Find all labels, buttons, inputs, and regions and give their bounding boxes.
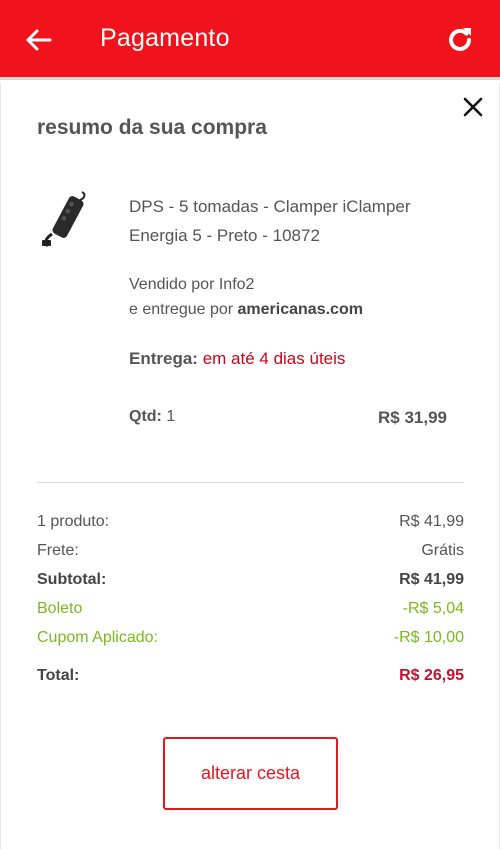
totals-row-shipping: Frete: Grátis [37, 540, 464, 569]
totals-row-coupon: Cupom Aplicado: -R$ 10,00 [37, 627, 464, 656]
totals-label: Boleto [37, 600, 83, 617]
totals-row-products: 1 produto: R$ 41,99 [37, 511, 464, 540]
quantity-label: Qtd: [129, 408, 162, 425]
refresh-icon[interactable] [444, 24, 476, 56]
delivered-by: e entregue por americanas.com [129, 297, 363, 322]
totals-value: -R$ 10,00 [393, 629, 464, 646]
totals-value: -R$ 5,04 [402, 600, 464, 617]
totals-row-boleto: Boleto -R$ 5,04 [37, 598, 464, 627]
totals-label: Subtotal: [37, 571, 107, 588]
delivery-label: Entrega: [129, 349, 198, 368]
quantity: Qtd: 1 [129, 408, 175, 426]
page-title: Pagamento [100, 24, 230, 52]
close-icon[interactable] [462, 96, 484, 118]
total-value: R$ 26,95 [399, 667, 464, 684]
product-image [38, 188, 90, 250]
totals-row-subtotal: Subtotal: R$ 41,99 [37, 569, 464, 598]
totals-value: R$ 41,99 [399, 513, 464, 530]
delivered-by-store: americanas.com [237, 301, 363, 318]
totals-label: Total: [37, 667, 80, 684]
arrow-left-icon[interactable] [24, 26, 54, 54]
totals-value: Grátis [421, 542, 464, 559]
quantity-value: 1 [166, 408, 176, 425]
divider [37, 482, 464, 483]
totals-label: 1 produto: [37, 513, 110, 530]
summary-title: resumo da sua compra [37, 116, 267, 139]
totals-list: 1 produto: R$ 41,99 Frete: Grátis Subtot… [37, 511, 464, 694]
delivered-by-prefix: e entregue por [129, 301, 234, 318]
totals-row-total: Total: R$ 26,95 [37, 665, 464, 694]
delivery-value: em até 4 dias úteis [202, 349, 346, 368]
totals-value: R$ 41,99 [399, 571, 464, 588]
product-name[interactable]: DPS - 5 tomadas - Clamper iClamper Energ… [129, 192, 469, 250]
seller-info: Vendido por Info2 e entregue por america… [129, 272, 363, 322]
app-bar: Pagamento [0, 0, 500, 80]
item-price: R$ 31,99 [378, 408, 447, 427]
totals-label: Cupom Aplicado: [37, 629, 158, 646]
totals-label: Frete: [37, 542, 79, 559]
alter-cart-button[interactable]: alterar cesta [163, 737, 338, 810]
sold-by: Vendido por Info2 [129, 276, 255, 293]
delivery-info: Entrega: em até 4 dias úteis [129, 349, 345, 369]
